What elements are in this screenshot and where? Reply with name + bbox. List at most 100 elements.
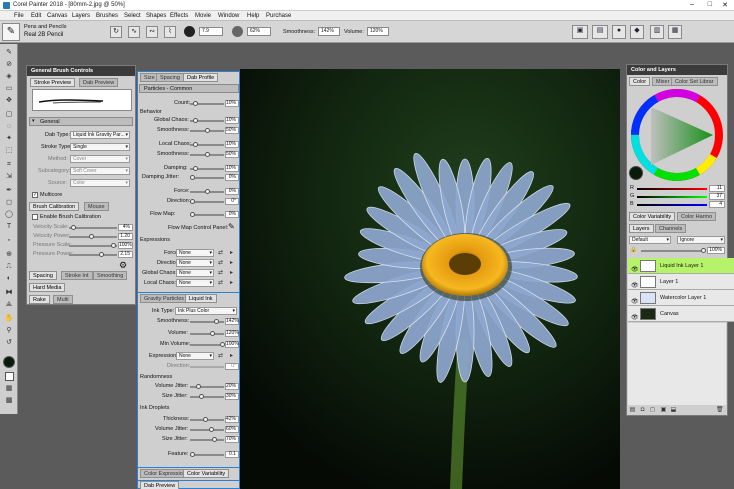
velocity-power-slider[interactable] — [69, 234, 117, 239]
composite-method-select[interactable]: Default — [629, 236, 671, 244]
calibration-wand-icon[interactable]: ⚙ — [119, 260, 127, 271]
r-slider[interactable] — [637, 188, 707, 190]
crop-tool-icon[interactable]: ⌗ — [3, 160, 15, 170]
layout-icon[interactable]: ▥ — [650, 25, 664, 39]
layer-row-layer-1[interactable]: 👁 Layer 1 — [628, 274, 734, 290]
menu-file[interactable]: File — [14, 13, 24, 19]
ink-smoothness-value[interactable]: 142% — [225, 318, 239, 325]
expr-force-arrow-icon[interactable]: ▸ — [228, 250, 235, 257]
magnifier-tool-icon[interactable]: ⚲ — [3, 326, 15, 336]
pressure-scale-value[interactable]: 100% — [118, 242, 133, 249]
panel-icon[interactable]: ▤ — [592, 25, 608, 39]
tab-stroke-preview[interactable]: Stroke Preview — [30, 78, 75, 87]
tab-spacing[interactable]: Spacing — [29, 271, 57, 280]
drop-icon[interactable]: ◆ — [630, 25, 644, 39]
menu-shapes[interactable]: Shapes — [146, 13, 166, 19]
brush-tool-icon[interactable]: ✎ — [3, 48, 15, 58]
local-chaos-knob[interactable] — [193, 142, 198, 147]
perspective-tool-icon[interactable]: ⟁ — [3, 300, 15, 310]
shape-tool-icon[interactable]: ◻ — [3, 198, 15, 208]
paper-selector-icon[interactable]: ▦ — [3, 384, 15, 394]
layer-mask-icon[interactable]: ◘ — [639, 407, 646, 414]
layer-row-liquid-ink[interactable]: 👁 Liquid Ink Layer 1 — [628, 258, 734, 274]
damping-jitter-knob[interactable] — [190, 175, 195, 180]
stroke-type-select[interactable]: Single — [70, 143, 130, 151]
brush-category-name[interactable]: Pens and Pencils — [24, 24, 67, 30]
dodge-tool-icon[interactable]: ◐ — [3, 274, 15, 284]
cloner-tool-icon[interactable]: ⊕ — [3, 250, 15, 260]
tab-color-variability[interactable]: Color Variability — [183, 469, 230, 478]
tab-color-variability-2[interactable]: Color Variability — [629, 212, 676, 221]
maximize-icon[interactable]: □ — [708, 1, 712, 8]
thickness-slider[interactable] — [190, 417, 224, 422]
transform-tool-icon[interactable]: ⇲ — [3, 172, 15, 182]
layer-row-watercolor[interactable]: 👁 Watercolor Layer 1 — [628, 290, 734, 306]
tab-dab-preview[interactable]: Dab Preview — [79, 78, 119, 87]
g-slider[interactable] — [637, 196, 707, 198]
ink-expression-select[interactable]: None — [176, 352, 214, 360]
ink-direction-slider[interactable] — [190, 366, 224, 368]
pressure-scale-slider[interactable] — [69, 243, 117, 248]
pressure-scale-knob[interactable] — [111, 243, 116, 248]
expr-global-chaos-select[interactable]: None — [176, 269, 214, 277]
menu-layers[interactable]: Layers — [72, 13, 90, 19]
layer-lock-icon[interactable]: 🔒 — [630, 247, 637, 253]
stroke-tool-icon[interactable]: ↻ — [110, 26, 122, 38]
eraser-tool-icon[interactable]: ▭ — [3, 84, 15, 94]
shape-selection-icon[interactable]: ⬞ — [3, 236, 15, 246]
droplet-size-jitter-value[interactable]: 70% — [225, 436, 239, 443]
brush-category-icon[interactable]: ✎ — [2, 23, 20, 41]
pressure-power-value[interactable]: 2.15 — [118, 251, 133, 258]
feature-knob[interactable] — [190, 452, 195, 457]
layer-options-icon[interactable]: ▤ — [629, 407, 636, 414]
layer-fx-icon[interactable]: ⬓ — [670, 407, 677, 414]
opacity-field[interactable]: 62% — [247, 27, 271, 36]
layer-opacity-value[interactable]: 100% — [707, 247, 725, 254]
ink-type-select[interactable]: Ink Plus Color — [175, 307, 237, 315]
thickness-knob[interactable] — [203, 417, 208, 422]
current-color-swatch[interactable] — [629, 166, 643, 180]
droplet-size-jitter-slider[interactable] — [190, 437, 224, 442]
smoothness-1-value[interactable]: 50% — [225, 127, 239, 134]
layer-row-canvas[interactable]: 👁 Canvas — [628, 306, 734, 322]
min-volume-value[interactable]: 100% — [225, 341, 239, 348]
volume-jitter-slider[interactable] — [190, 384, 224, 389]
smoothness-field[interactable]: 142% — [318, 27, 340, 36]
color-wheel[interactable] — [631, 89, 723, 181]
tab-liquid-ink[interactable]: Liquid Ink — [185, 294, 217, 303]
tab-dab-preview-2[interactable]: Dab Preview — [140, 481, 180, 489]
tab-color-harmonies[interactable]: Color Harmo — [677, 212, 717, 221]
tab-smoothing[interactable]: Smoothing — [93, 271, 128, 280]
particles-common-header[interactable]: Particles - Common — [139, 84, 239, 93]
additional-color-swatch[interactable] — [5, 372, 14, 381]
layer-opacity-slider[interactable] — [641, 248, 706, 253]
thickness-value[interactable]: 42% — [225, 416, 239, 423]
ink-volume-knob[interactable] — [210, 331, 215, 336]
tab-layers[interactable]: Layers — [629, 224, 654, 233]
volume-jitter-knob[interactable] — [196, 384, 201, 389]
direction-value[interactable]: 0° — [225, 198, 239, 205]
expr-global-chaos-arrow-icon[interactable]: ▸ — [228, 270, 235, 277]
tab-gravity-particles[interactable]: Gravity Particles — [140, 294, 189, 303]
enable-calibration-checkbox[interactable] — [32, 214, 38, 220]
flow-map-value[interactable]: 0% — [225, 211, 239, 218]
b-slider[interactable] — [637, 204, 707, 206]
brush-ghost-icon[interactable]: ⌇ — [164, 26, 176, 38]
velocity-scale-value[interactable]: 4% — [118, 224, 133, 231]
menu-window[interactable]: Window — [218, 13, 239, 19]
menu-select[interactable]: Select — [124, 13, 141, 19]
count-value[interactable]: 10% — [225, 100, 239, 107]
close-icon[interactable]: ✕ — [722, 1, 728, 9]
method-select[interactable]: Cover — [70, 155, 130, 163]
dab-type-select[interactable]: Liquid Ink Gravity Par... — [70, 131, 130, 139]
damping-slider[interactable] — [190, 166, 224, 171]
smoothness-1-slider[interactable] — [190, 128, 224, 133]
expr-local-chaos-select[interactable]: None — [176, 279, 214, 287]
smoothness-2-slider[interactable] — [190, 152, 224, 157]
freehand-stroke-icon[interactable]: ∿ — [128, 26, 140, 38]
damping-jitter-slider[interactable] — [190, 175, 224, 180]
expr-global-chaos-invert-icon[interactable]: ⇄ — [217, 270, 224, 277]
tab-color[interactable]: Color — [629, 77, 651, 86]
document-canvas[interactable] — [240, 69, 620, 489]
pressure-power-knob[interactable] — [99, 252, 104, 257]
